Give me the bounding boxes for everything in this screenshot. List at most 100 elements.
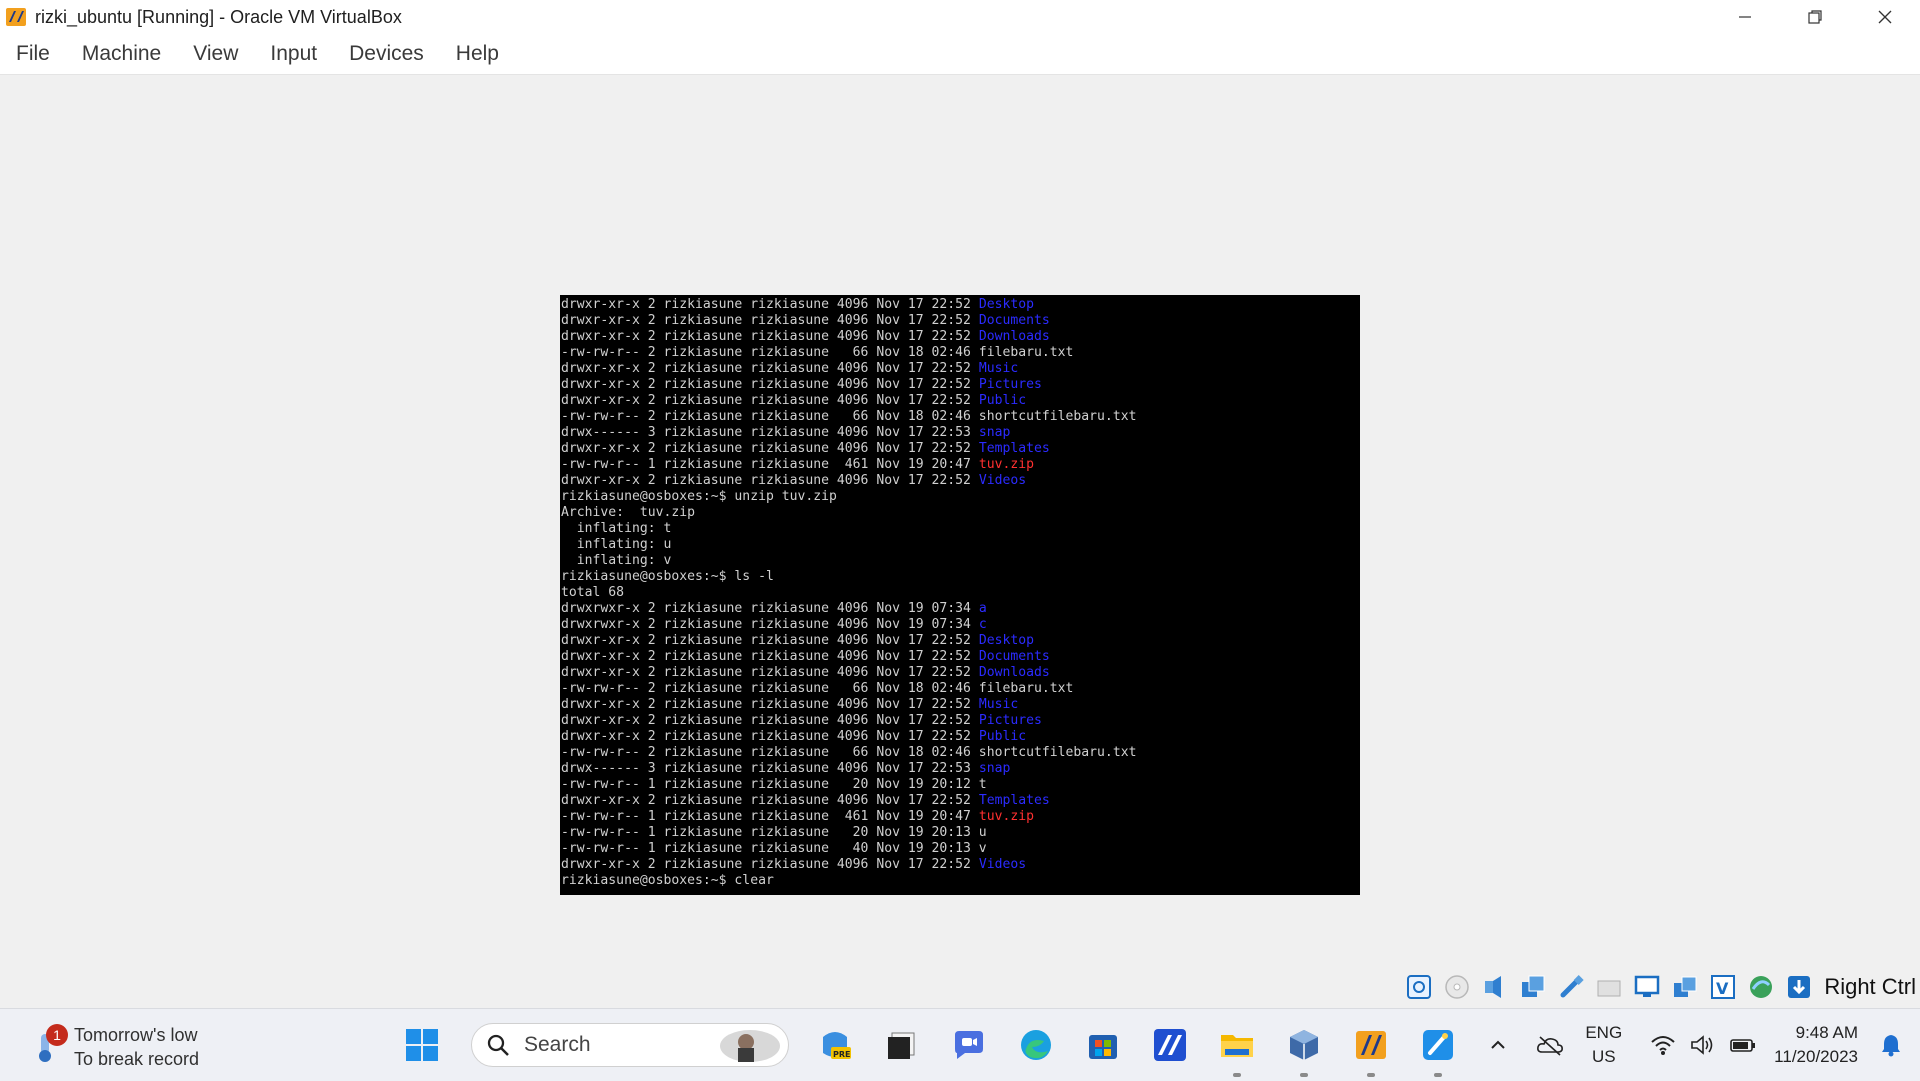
windows-taskbar: 1 Tomorrow's low To break record Search … <box>0 1008 1920 1081</box>
close-icon[interactable] <box>1850 0 1920 34</box>
terminal-line: drwxr-xr-x 2 rizkiasune rizkiasune 4096 … <box>561 441 1360 457</box>
shared-folders-icon[interactable] <box>1592 970 1626 1004</box>
taskbar-search-box[interactable]: Search <box>471 1023 789 1067</box>
start-icon[interactable] <box>396 1019 448 1071</box>
terminal-line-text: drwxr-xr-x 2 rizkiasune rizkiasune 4096 … <box>561 665 979 680</box>
weather-widget[interactable]: 1 Tomorrow's low To break record <box>30 1023 199 1071</box>
terminal-directory-name: Desktop <box>978 297 1034 312</box>
menu-view[interactable]: View <box>193 42 238 66</box>
volume-icon[interactable] <box>1686 1028 1720 1062</box>
terminal-line-text: drwxr-xr-x 2 rizkiasune rizkiasune 4096 … <box>561 377 979 392</box>
recording-icon[interactable] <box>1668 970 1702 1004</box>
virtualbox-vm-icon[interactable] <box>1345 1019 1397 1077</box>
terminal-line-text: -rw-rw-r-- 2 rizkiasune rizkiasune 66 No… <box>561 745 1137 760</box>
terminal-line: inflating: u <box>561 537 1360 553</box>
task-view-icon[interactable] <box>876 1019 928 1071</box>
taskbar-clock[interactable]: 9:48 AM 11/20/2023 <box>1774 1021 1858 1069</box>
file-explorer-icon[interactable] <box>1211 1019 1263 1077</box>
display-icon[interactable] <box>1630 970 1664 1004</box>
window-title: rizki_ubuntu [Running] - Oracle VM Virtu… <box>35 6 402 27</box>
terminal-line-text: drwxr-xr-x 2 rizkiasune rizkiasune 4096 … <box>561 713 979 728</box>
terminal-directory-name: Templates <box>978 441 1050 456</box>
terminal-line-text: -rw-rw-r-- 2 rizkiasune rizkiasune 66 No… <box>561 345 1074 360</box>
terminal-line: drwxrwxr-x 2 rizkiasune rizkiasune 4096 … <box>561 601 1360 617</box>
terminal-line-text: drwxr-xr-x 2 rizkiasune rizkiasune 4096 … <box>561 441 979 456</box>
menu-devices[interactable]: Devices <box>349 42 424 66</box>
terminal-line-text: -rw-rw-r-- 1 rizkiasune rizkiasune 461 N… <box>561 809 979 824</box>
usb-icon[interactable] <box>1554 970 1588 1004</box>
terminal-line: drwxr-xr-x 2 rizkiasune rizkiasune 4096 … <box>561 633 1360 649</box>
taskbar-pinned-apps: Search PRE <box>396 1019 1479 1077</box>
terminal-line: -rw-rw-r-- 2 rizkiasune rizkiasune 66 No… <box>561 345 1360 361</box>
wifi-icon[interactable] <box>1646 1028 1680 1062</box>
system-tray: ENG US 9:48 AM 11/20/2023 <box>1475 1009 1920 1081</box>
terminal-line-text: rizkiasune@osboxes:~$ ls -l <box>561 569 774 584</box>
audio-icon[interactable] <box>1478 970 1512 1004</box>
terminal-line-text: inflating: v <box>561 553 672 568</box>
store-icon[interactable] <box>1077 1019 1129 1071</box>
input-language[interactable]: ENG US <box>1585 1021 1622 1069</box>
hard-disk-icon[interactable] <box>1402 970 1436 1004</box>
terminal-line: -rw-rw-r-- 1 rizkiasune rizkiasune 461 N… <box>561 809 1360 825</box>
terminal-line-text: drwxr-xr-x 2 rizkiasune rizkiasune 4096 … <box>561 633 979 648</box>
terminal-directory-name: Downloads <box>978 665 1050 680</box>
thermometer-icon: 1 <box>30 1024 68 1064</box>
app-icon[interactable] <box>1144 1019 1196 1071</box>
terminal-directory-name: Pictures <box>978 377 1042 392</box>
menu-input[interactable]: Input <box>270 42 317 66</box>
terminal-line-text: -rw-rw-r-- 2 rizkiasune rizkiasune 66 No… <box>561 681 1074 696</box>
terminal-line: -rw-rw-r-- 2 rizkiasune rizkiasune 66 No… <box>561 409 1360 425</box>
vbox-status-bar: V Right Ctrl <box>0 967 1920 1007</box>
weather-line-1: Tomorrow's low <box>74 1025 198 1045</box>
vm-display-area: drwxr-xr-x 2 rizkiasune rizkiasune 4096 … <box>0 75 1920 1007</box>
terminal-line-text: drwxr-xr-x 2 rizkiasune rizkiasune 4096 … <box>561 297 979 312</box>
terminal-line: drwxr-xr-x 2 rizkiasune rizkiasune 4096 … <box>561 473 1360 489</box>
virtualbox-manager-icon[interactable] <box>1278 1019 1330 1077</box>
svg-text:V: V <box>1716 979 1729 998</box>
terminal-line: Archive: tuv.zip <box>561 505 1360 521</box>
notification-bell-icon[interactable] <box>1874 1028 1908 1062</box>
guest-additions-icon[interactable] <box>1744 970 1778 1004</box>
chevron-up-icon[interactable] <box>1481 1028 1515 1062</box>
restore-icon[interactable] <box>1780 0 1850 34</box>
terminal-line-text: total 68 <box>561 585 625 600</box>
terminal-line: drwxr-xr-x 2 rizkiasune rizkiasune 4096 … <box>561 857 1360 873</box>
terminal-line-text: drwxr-xr-x 2 rizkiasune rizkiasune 4096 … <box>561 793 979 808</box>
edge-icon[interactable] <box>1010 1019 1062 1071</box>
minimize-icon[interactable] <box>1710 0 1780 34</box>
terminal-directory-name: a <box>978 601 987 616</box>
menu-machine[interactable]: Machine <box>82 42 161 66</box>
clock-time: 9:48 AM <box>1795 1023 1858 1042</box>
search-icon <box>486 1033 510 1057</box>
menu-help[interactable]: Help <box>456 42 499 66</box>
network-icon[interactable] <box>1516 970 1550 1004</box>
terminal-line: drwxr-xr-x 2 rizkiasune rizkiasune 4096 … <box>561 329 1360 345</box>
menu-file[interactable]: File <box>16 42 50 66</box>
chat-icon[interactable] <box>943 1019 995 1071</box>
onedrive-offline-icon[interactable] <box>1533 1028 1567 1062</box>
mouse-integration-icon[interactable] <box>1782 970 1816 1004</box>
optical-drive-icon[interactable] <box>1440 970 1474 1004</box>
battery-icon[interactable] <box>1726 1028 1760 1062</box>
terminal-line-text: -rw-rw-r-- 2 rizkiasune rizkiasune 66 No… <box>561 409 1137 424</box>
terminal-line: drwxr-xr-x 2 rizkiasune rizkiasune 4096 … <box>561 713 1360 729</box>
terminal-line-text: drwxr-xr-x 2 rizkiasune rizkiasune 4096 … <box>561 361 979 376</box>
terminal-directory-name: Public <box>978 729 1027 744</box>
terminal-line: drwxr-xr-x 2 rizkiasune rizkiasune 4096 … <box>561 313 1360 329</box>
terminal-line: rizkiasune@osboxes:~$ clear <box>561 873 1360 889</box>
terminal-line-text: -rw-rw-r-- 1 rizkiasune rizkiasune 461 N… <box>561 457 979 472</box>
copilot-icon[interactable]: PRE <box>809 1019 861 1071</box>
guest-terminal[interactable]: drwxr-xr-x 2 rizkiasune rizkiasune 4096 … <box>560 295 1360 895</box>
terminal-line: drwxr-xr-x 2 rizkiasune rizkiasune 4096 … <box>561 297 1360 313</box>
clock-date: 11/20/2023 <box>1774 1047 1858 1066</box>
terminal-directory-name: snap <box>978 425 1011 440</box>
vt-x-icon[interactable]: V <box>1706 970 1740 1004</box>
paint-icon[interactable] <box>1412 1019 1464 1077</box>
menu-bar: File Machine View Input Devices Help <box>0 34 1920 75</box>
terminal-directory-name: c <box>978 617 987 632</box>
terminal-line-text: drwxr-xr-x 2 rizkiasune rizkiasune 4096 … <box>561 329 979 344</box>
terminal-line-text: drwxrwxr-x 2 rizkiasune rizkiasune 4096 … <box>561 617 979 632</box>
search-highlight-icon <box>718 1028 782 1064</box>
terminal-line-text: -rw-rw-r-- 1 rizkiasune rizkiasune 20 No… <box>561 777 987 792</box>
terminal-line-text: drwxr-xr-x 2 rizkiasune rizkiasune 4096 … <box>561 729 979 744</box>
